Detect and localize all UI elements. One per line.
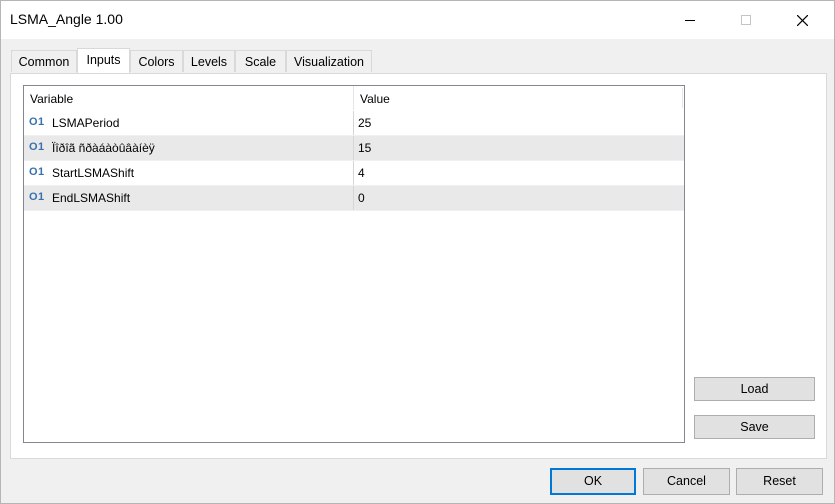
inputs-grid: Variable Value O1 LSMAPeriod 25 O1 Ïîðîã… [23,85,685,443]
minimize-icon [685,20,695,21]
integer-type-icon: O1 [29,166,45,178]
tab-scale[interactable]: Scale [235,50,286,72]
table-row[interactable]: O1 LSMAPeriod 25 [24,111,684,136]
integer-type-icon: O1 [29,191,45,203]
variable-value[interactable]: 4 [358,161,365,186]
window-title: LSMA_Angle 1.00 [10,11,123,27]
variable-name: StartLSMAShift [52,166,135,180]
header-variable[interactable]: Variable [24,86,354,110]
column-divider [353,186,354,210]
column-divider [353,136,354,160]
dialog-window: LSMA_Angle 1.00 Common Inputs Colors Lev… [0,0,835,504]
grid-header: Variable Value [24,86,684,110]
variable-name: EndLSMAShift [52,191,131,205]
variable-name: Ïîðîã ñðàáàòûâàíèÿ [52,141,155,155]
table-row[interactable]: O1 Ïîðîã ñðàáàòûâàíèÿ 15 [24,136,684,161]
tab-inputs[interactable]: Inputs [77,48,130,73]
maximize-button[interactable] [723,1,769,39]
tab-colors[interactable]: Colors [130,50,183,72]
close-icon [797,15,808,26]
inputs-panel: Variable Value O1 LSMAPeriod 25 O1 Ïîðîã… [10,73,827,459]
variable-value[interactable]: 25 [358,111,371,136]
close-button[interactable] [779,1,825,39]
tab-common[interactable]: Common [11,50,77,72]
integer-type-icon: O1 [29,116,45,128]
table-row[interactable]: O1 StartLSMAShift 4 [24,161,684,186]
minimize-button[interactable] [667,1,713,39]
cancel-button[interactable]: Cancel [643,468,730,495]
variable-value[interactable]: 0 [358,186,365,211]
column-divider [353,111,354,135]
reset-button[interactable]: Reset [736,468,823,495]
column-divider [353,161,354,185]
maximize-icon [741,15,751,25]
load-button[interactable]: Load [694,377,815,401]
title-bar: LSMA_Angle 1.00 [1,1,834,39]
header-value[interactable]: Value [354,86,684,110]
integer-type-icon: O1 [29,141,45,153]
tab-levels[interactable]: Levels [183,50,235,72]
variable-name: LSMAPeriod [52,116,120,130]
tab-visualization[interactable]: Visualization [286,50,372,72]
ok-button[interactable]: OK [550,468,636,495]
table-row[interactable]: O1 EndLSMAShift 0 [24,186,684,211]
header-divider [682,88,683,108]
variable-value[interactable]: 15 [358,136,371,161]
save-button[interactable]: Save [694,415,815,439]
